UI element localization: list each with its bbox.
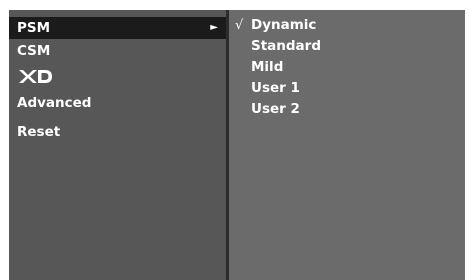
submenu-item-dynamic[interactable]: √ Dynamic — [229, 15, 465, 36]
menu-item-csm[interactable]: CSM — [9, 40, 226, 62]
right-arrow-icon: ► — [210, 22, 218, 33]
submenu-item-mild[interactable]: Mild — [229, 57, 465, 78]
menu-item-label: CSM — [17, 43, 51, 59]
menu-item-reset[interactable]: Reset — [9, 121, 226, 143]
submenu-item-label: User 1 — [251, 80, 300, 96]
submenu-item-label: Mild — [251, 59, 284, 75]
menu-item-label: PSM — [17, 20, 51, 36]
submenu-item-standard[interactable]: Standard — [229, 36, 465, 57]
menu-item-label: Advanced — [17, 95, 92, 111]
submenu-item-user2[interactable]: User 2 — [229, 99, 465, 120]
submenu-item-user1[interactable]: User 1 — [229, 78, 465, 99]
check-mark-icon: √ — [235, 18, 244, 33]
xd-logo[interactable] — [17, 67, 53, 85]
main-menu-panel: PSM ► CSM Advanced Reset — [9, 10, 226, 280]
menu-item-psm[interactable]: PSM ► — [9, 17, 226, 39]
osd-menu: PSM ► CSM Advanced Reset √ Dynamic Stand… — [9, 10, 465, 280]
submenu-item-label: Dynamic — [251, 17, 317, 33]
menu-item-advanced[interactable]: Advanced — [9, 92, 226, 114]
submenu-item-label: Standard — [251, 38, 321, 54]
submenu-item-label: User 2 — [251, 101, 300, 117]
psm-submenu-panel: √ Dynamic Standard Mild User 1 User 2 — [229, 10, 465, 280]
menu-item-label: Reset — [17, 124, 61, 140]
